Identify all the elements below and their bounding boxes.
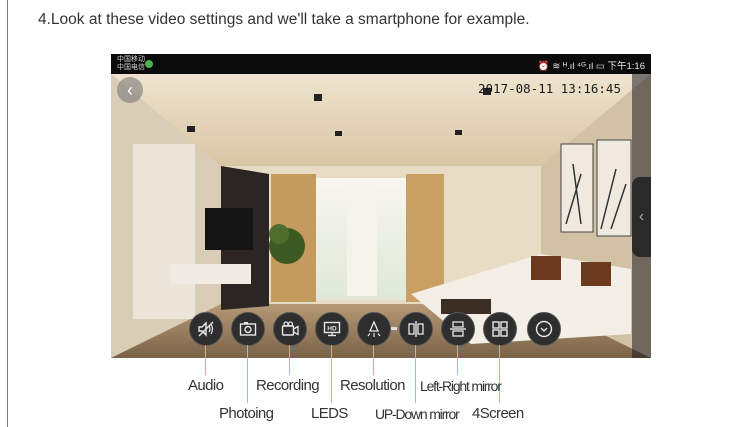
leader-line-leds — [331, 345, 332, 403]
label-up-down-mirror: UP-Down mirror — [375, 406, 460, 422]
up-down-mirror-button[interactable] — [441, 312, 475, 346]
leader-line-4screen — [499, 345, 500, 403]
carrier-labels: 中国移动 中国电信 — [117, 56, 145, 72]
side-panel-toggle[interactable]: ‹ — [632, 177, 651, 257]
more-button[interactable] — [527, 312, 561, 346]
label-recording: Recording — [256, 377, 320, 394]
toolbar-divider — [391, 327, 397, 330]
leader-line-recording — [289, 345, 290, 375]
audio-mute-icon — [198, 321, 214, 337]
leader-line-resolution — [373, 345, 374, 375]
grid-icon — [492, 321, 508, 337]
flip-horizontal-icon — [408, 321, 424, 337]
chevron-down-circle-icon — [535, 320, 553, 338]
leader-line-photoing — [247, 345, 248, 403]
instruction-text: 4.Look at these video settings and we'll… — [38, 11, 530, 28]
phone-screenshot: 中国移动 中国电信 ⏰ ≋ ᴴ.ıl ⁴ᴳ.ıl ▭ 下午1:16 ‹ ‹ 20… — [111, 54, 651, 358]
leader-line-audio — [205, 345, 206, 375]
label-resolution: Resolution — [340, 377, 405, 394]
label-audio: Audio — [188, 377, 224, 394]
label-leds: LEDS — [311, 405, 348, 422]
status-bar: 中国移动 中国电信 ⏰ ≋ ᴴ.ıl ⁴ᴳ.ıl ▭ 下午1:16 — [111, 54, 651, 74]
page-left-border — [7, 0, 8, 427]
video-camera-icon — [281, 321, 299, 336]
back-button[interactable]: ‹ — [117, 77, 143, 103]
camera-icon — [239, 322, 257, 336]
carrier-line-1: 中国移动 — [117, 56, 145, 63]
video-timestamp: 2017-08-11 13:16:45 — [478, 81, 621, 96]
status-icons-time: ⏰ ≋ ᴴ.ıl ⁴ᴳ.ıl ▭ 下午1:16 — [537, 61, 645, 72]
flip-vertical-icon — [450, 321, 466, 337]
leader-line-left-right — [457, 345, 458, 375]
leader-line-up-down — [415, 345, 416, 403]
audio-button[interactable] — [189, 312, 223, 346]
svg-text:HD: HD — [327, 326, 337, 333]
left-right-mirror-button[interactable] — [399, 312, 433, 346]
record-button[interactable] — [273, 312, 307, 346]
label-photoing: Photoing — [219, 405, 274, 422]
resolution-button[interactable]: HD — [315, 312, 349, 346]
four-screen-button[interactable] — [483, 312, 517, 346]
leds-button[interactable] — [357, 312, 391, 346]
hd-icon: HD — [323, 321, 341, 337]
leaf-icon — [145, 60, 153, 68]
photo-button[interactable] — [231, 312, 265, 346]
light-bulb-icon — [367, 320, 381, 337]
label-left-right-mirror: Left-Right mirror — [420, 378, 502, 394]
carrier-line-2: 中国电信 — [117, 64, 145, 71]
label-4screen: 4Screen — [472, 405, 524, 422]
